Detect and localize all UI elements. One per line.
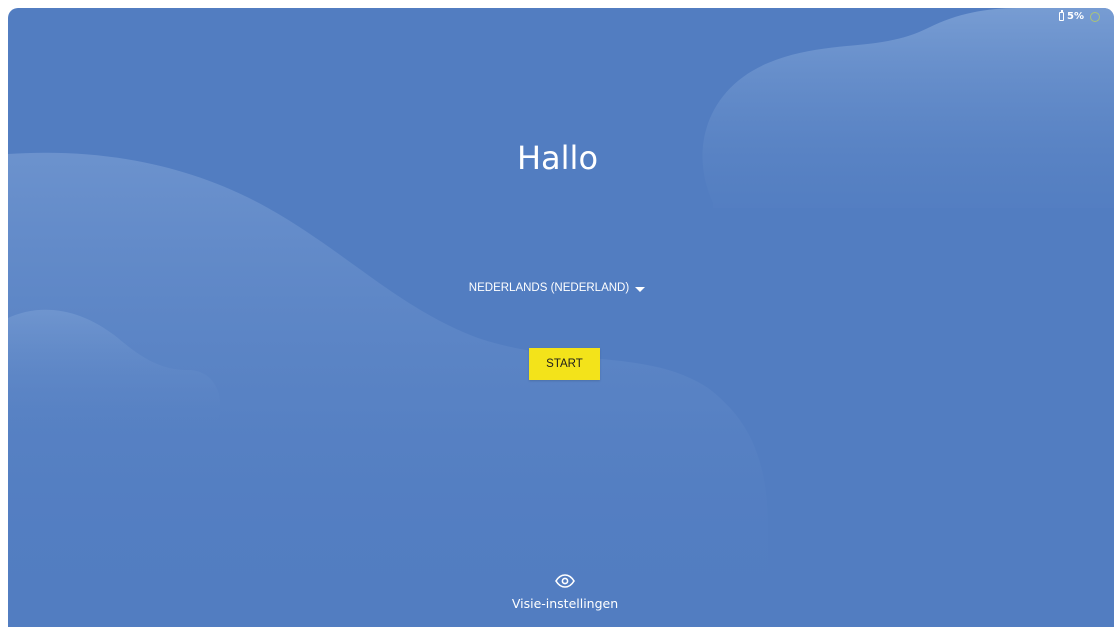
vision-settings-button[interactable]: Visie-instellingen [480,574,650,622]
eye-icon [555,574,575,588]
wave-shape-right [702,8,1114,208]
background-waves [8,8,1114,627]
language-dropdown[interactable]: NEDERLANDS (NEDERLAND) [457,276,657,300]
dropdown-caret-icon [635,286,646,292]
status-ring-icon [1090,11,1100,22]
battery-icon [1059,10,1065,21]
language-selected-value: NEDERLANDS (NEDERLAND) [468,282,630,294]
battery-percent: 5% [1067,11,1084,22]
welcome-screen: 5% [8,8,1114,627]
vision-settings-label: Visie-instellingen [511,596,619,611]
start-button[interactable]: START [529,348,600,380]
status-bar: 5% [1059,10,1100,22]
page-title: Hallo [516,139,599,177]
